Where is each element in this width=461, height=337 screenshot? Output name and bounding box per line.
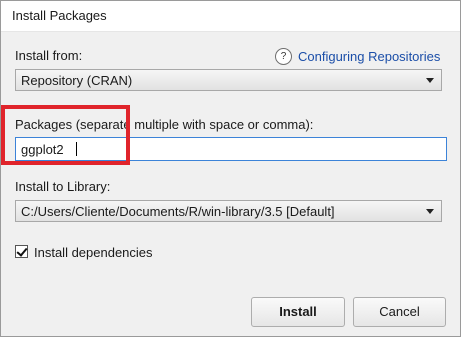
packages-label: Packages (separate multiple with space o…: [15, 117, 314, 132]
cancel-button[interactable]: Cancel: [353, 297, 446, 327]
text-caret: [76, 142, 77, 156]
install-to-library-label: Install to Library:: [15, 179, 111, 194]
checkmark-icon: [16, 245, 28, 257]
packages-input-value: ggplot2: [21, 142, 64, 157]
install-dependencies-checkbox[interactable]: [15, 245, 28, 258]
help-icon[interactable]: ?: [275, 48, 292, 65]
install-from-label: Install from:: [15, 48, 83, 63]
install-to-library-value: C:/Users/Cliente/Documents/R/win-library…: [21, 204, 335, 219]
configuring-repositories-link[interactable]: Configuring Repositories: [298, 49, 440, 64]
window-title: Install Packages: [12, 8, 107, 23]
packages-input[interactable]: ggplot2: [15, 137, 447, 161]
install-dependencies-label[interactable]: Install dependencies: [34, 245, 153, 260]
install-from-select[interactable]: Repository (CRAN): [15, 69, 442, 91]
install-button[interactable]: Install: [251, 297, 345, 327]
title-bar: Install Packages: [1, 1, 460, 32]
install-to-library-select[interactable]: C:/Users/Cliente/Documents/R/win-library…: [15, 200, 442, 222]
chevron-down-icon: [426, 209, 434, 214]
install-from-value: Repository (CRAN): [21, 73, 133, 88]
chevron-down-icon: [426, 78, 434, 83]
install-packages-dialog: Install Packages Install from: ? Configu…: [0, 0, 461, 337]
